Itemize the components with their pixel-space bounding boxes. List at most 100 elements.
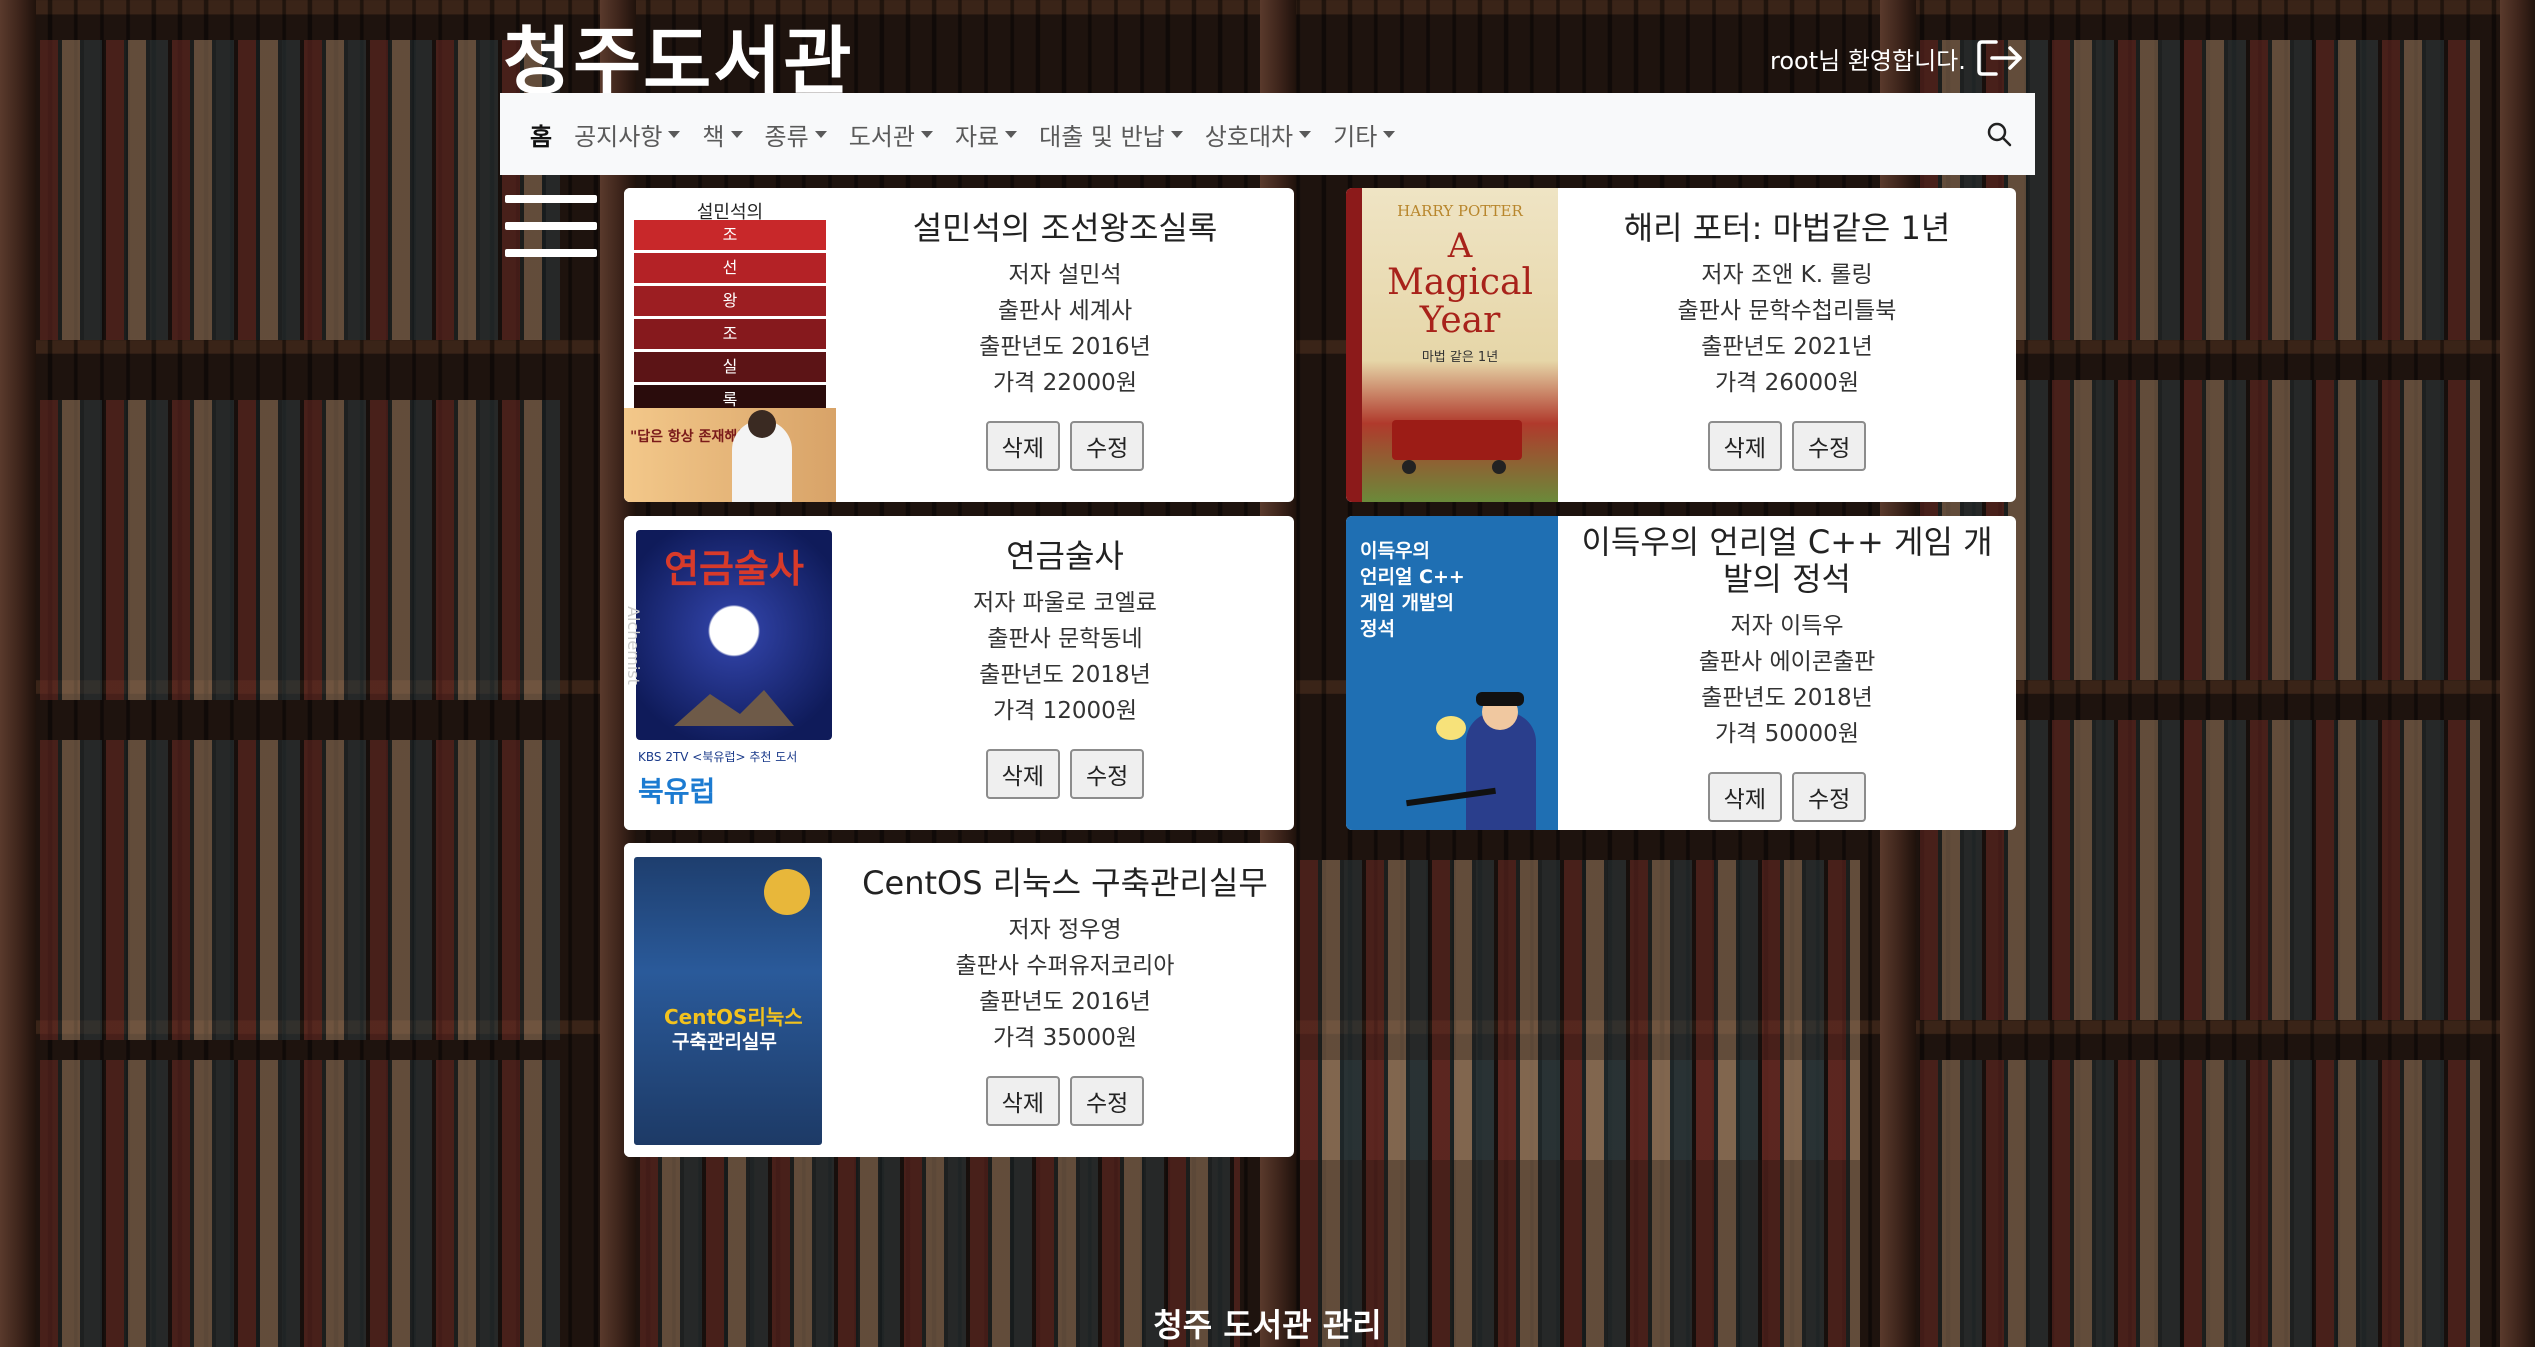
- cover-subtitle-text: 마법 같은 1년: [1421, 350, 1499, 365]
- edit-button[interactable]: 수정: [1792, 420, 1867, 471]
- book-cover-image: CentOS리눅스 구축관리실무: [624, 843, 836, 1157]
- cover-band: 조: [634, 220, 826, 250]
- hamburger-menu-icon[interactable]: [505, 195, 597, 257]
- nav-item-library[interactable]: 도서관: [849, 117, 933, 152]
- welcome-text: root님 환영합니다.: [1770, 46, 1966, 75]
- book-title: 연금술사: [1006, 537, 1124, 575]
- book-price: 가격 26000원: [1715, 369, 1859, 396]
- book-publisher: 출판사 에이콘출판: [1698, 648, 1876, 675]
- book-year: 출판년도 2016년: [979, 333, 1151, 360]
- cover-title-line: CentOS리눅스: [664, 1005, 803, 1029]
- caret-down-icon: [1170, 130, 1183, 138]
- cover-title-line: A: [1447, 226, 1473, 266]
- cover-title-line: Year: [1419, 300, 1501, 341]
- book-card: 설민석의 조 선 왕 조 실 록 "답은 항상 존재해왔다!" 설민석의 조선왕…: [624, 188, 1294, 502]
- delete-button[interactable]: 삭제: [1707, 420, 1782, 471]
- book-price: 가격 22000원: [993, 369, 1137, 396]
- logout-icon[interactable]: [1976, 38, 2024, 78]
- cover-title-line: 언리얼 C++: [1360, 566, 1465, 588]
- cover-badge-text: KBS 2TV <북유럽> 추천 도서: [638, 750, 798, 764]
- book-info: 해리 포터: 마법같은 1년 저자 조앤 K. 롤링 출판사 문학수첩리틀북 출…: [1558, 188, 2016, 502]
- edit-button[interactable]: 수정: [1070, 748, 1145, 799]
- delete-button[interactable]: 삭제: [985, 748, 1060, 799]
- book-title: 설민석의 조선왕조실록: [912, 209, 1218, 247]
- book-author: 저자 정우영: [1008, 916, 1122, 943]
- cover-logo-text: 북유럽: [638, 775, 716, 808]
- book-info: 연금술사 저자 파울로 코엘료 출판사 문학동네 출판년도 2018년 가격 1…: [836, 516, 1294, 830]
- caret-down-icon: [730, 130, 743, 138]
- book-card: 연금술사 Alchemist KBS 2TV <북유럽> 추천 도서 북유럽 연…: [624, 516, 1294, 830]
- cover-title-line: 이득우의: [1360, 540, 1430, 562]
- nav-label: 종류: [764, 122, 809, 151]
- book-card: HARRY POTTER A Magical Year 마법 같은 1년 해리 …: [1346, 188, 2016, 502]
- cover-title-line: 구축관리실무: [672, 1031, 777, 1053]
- book-cover-image: 이득우의 언리얼 C++ 게임 개발의 정석: [1346, 516, 1558, 830]
- edit-button[interactable]: 수정: [1070, 420, 1145, 471]
- nav-item-interlibrary[interactable]: 상호대차: [1204, 117, 1312, 152]
- cover-band: 왕: [634, 286, 826, 316]
- nav-item-etc[interactable]: 기타: [1333, 117, 1396, 152]
- book-cover-image: 설민석의 조 선 왕 조 실 록 "답은 항상 존재해왔다!": [624, 188, 836, 502]
- delete-button[interactable]: 삭제: [985, 1075, 1060, 1126]
- cover-title-line: 게임 개발의: [1360, 592, 1455, 614]
- book-year: 출판년도 2016년: [979, 988, 1151, 1015]
- delete-button[interactable]: 삭제: [1707, 771, 1782, 822]
- book-year: 출판년도 2018년: [1701, 684, 1873, 711]
- nav-label: 책: [702, 122, 725, 151]
- caret-down-icon: [920, 130, 933, 138]
- nav-label: 홈: [530, 122, 553, 151]
- book-year: 출판년도 2018년: [979, 661, 1151, 688]
- book-cover-image: 연금술사 Alchemist KBS 2TV <북유럽> 추천 도서 북유럽: [624, 516, 836, 830]
- caret-down-icon: [668, 130, 681, 138]
- cover-band: 실: [634, 352, 826, 382]
- nav-item-books[interactable]: 책: [702, 117, 743, 152]
- book-price: 가격 35000원: [993, 1024, 1137, 1051]
- cover-title-line: 정석: [1360, 618, 1395, 640]
- book-info: 이득우의 언리얼 C++ 게임 개발의 정석 저자 이득우 출판사 에이콘출판 …: [1558, 516, 2016, 830]
- book-publisher: 출판사 수퍼유저코리아: [955, 952, 1175, 979]
- book-year: 출판년도 2021년: [1701, 333, 1873, 360]
- caret-down-icon: [1383, 130, 1396, 138]
- book-title: 해리 포터: 마법같은 1년: [1623, 209, 1951, 247]
- book-card: 이득우의 언리얼 C++ 게임 개발의 정석 이득우의 언리얼 C++ 게임 개…: [1346, 516, 2016, 830]
- nav-label: 대출 및 반납: [1039, 122, 1165, 151]
- nav-label: 기타: [1333, 122, 1378, 151]
- nav-item-home[interactable]: 홈: [530, 117, 552, 152]
- nav-item-notice[interactable]: 공지사항: [574, 117, 681, 152]
- nav-label: 상호대차: [1204, 122, 1294, 151]
- book-title: 이득우의 언리얼 C++ 게임 개발의 정석: [1581, 523, 1993, 598]
- nav-label: 자료: [954, 122, 1000, 151]
- book-info: CentOS 리눅스 구축관리실무 저자 정우영 출판사 수퍼유저코리아 출판년…: [836, 843, 1294, 1157]
- edit-button[interactable]: 수정: [1070, 1075, 1145, 1126]
- book-publisher: 출판사 세계사: [997, 297, 1133, 324]
- nav-item-category[interactable]: 종류: [765, 117, 827, 152]
- search-icon[interactable]: [1979, 114, 2019, 154]
- book-publisher: 출판사 문학수첩리틀북: [1677, 297, 1897, 324]
- user-welcome: root님 환영합니다.: [1770, 38, 2024, 78]
- book-cover-image: HARRY POTTER A Magical Year 마법 같은 1년: [1346, 188, 1558, 502]
- book-author: 저자 설민석: [1008, 261, 1122, 288]
- book-price: 가격 50000원: [1715, 720, 1859, 747]
- cover-side-text: Alchemist: [624, 606, 643, 685]
- nav-label: 도서관: [848, 122, 915, 151]
- caret-down-icon: [1299, 130, 1312, 138]
- cover-title-text: 연금술사: [664, 547, 804, 591]
- cover-title-line: Magical: [1386, 262, 1534, 303]
- nav-item-lending[interactable]: 대출 및 반납: [1039, 117, 1183, 152]
- book-publisher: 출판사 문학동네: [987, 625, 1143, 652]
- book-info: 설민석의 조선왕조실록 저자 설민석 출판사 세계사 출판년도 2016년 가격…: [836, 188, 1294, 502]
- footer-text: 청주 도서관 관리: [1153, 1306, 1382, 1344]
- cover-series-text: HARRY POTTER: [1397, 202, 1523, 220]
- book-price: 가격 12000원: [993, 697, 1137, 724]
- nav-item-resources[interactable]: 자료: [954, 117, 1018, 152]
- cover-band: 조: [634, 319, 826, 349]
- caret-down-icon: [1005, 130, 1018, 138]
- caret-down-icon: [814, 130, 827, 138]
- book-title: CentOS 리눅스 구축관리실무: [862, 864, 1268, 902]
- cover-band: 선: [634, 253, 826, 283]
- edit-button[interactable]: 수정: [1792, 771, 1867, 822]
- book-card: CentOS리눅스 구축관리실무 CentOS 리눅스 구축관리실무 저자 정우…: [624, 843, 1294, 1157]
- main-navbar: 홈 공지사항 책 종류 도서관 자료 대출 및 반납 상호대차 기타: [500, 93, 2035, 175]
- delete-button[interactable]: 삭제: [985, 420, 1060, 471]
- book-author: 저자 파울로 코엘료: [973, 589, 1157, 616]
